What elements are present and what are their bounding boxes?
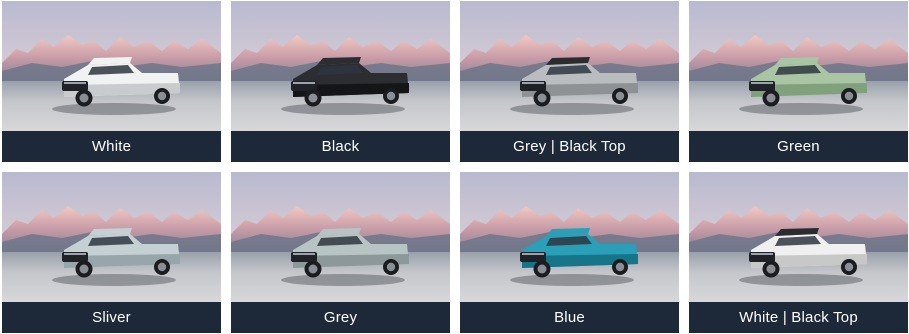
color-option-photo (2, 172, 221, 302)
color-option-photo (2, 1, 221, 131)
color-option-label: Blue (460, 302, 679, 333)
color-option-card[interactable]: Green (689, 1, 908, 162)
color-option-card[interactable]: Black (231, 1, 450, 162)
color-option-label: Green (689, 131, 908, 162)
color-option-photo (231, 1, 450, 131)
color-swatch-grid: White Black Grey | Black Top Green Slive… (0, 0, 909, 334)
color-option-label: Black (231, 131, 450, 162)
color-option-label: Grey | Black Top (460, 131, 679, 162)
color-option-card[interactable]: Blue (460, 172, 679, 333)
color-option-photo (689, 1, 908, 131)
color-option-card[interactable]: Sliver (2, 172, 221, 333)
color-option-card[interactable]: White (2, 1, 221, 162)
color-option-card[interactable]: Grey (231, 172, 450, 333)
color-option-photo (460, 1, 679, 131)
color-option-photo (460, 172, 679, 302)
color-option-photo (689, 172, 908, 302)
color-option-card[interactable]: Grey | Black Top (460, 1, 679, 162)
color-option-label: White (2, 131, 221, 162)
color-option-label: Grey (231, 302, 450, 333)
color-option-photo (231, 172, 450, 302)
color-option-label: White | Black Top (689, 302, 908, 333)
color-option-label: Sliver (2, 302, 221, 333)
color-option-card[interactable]: White | Black Top (689, 172, 908, 333)
